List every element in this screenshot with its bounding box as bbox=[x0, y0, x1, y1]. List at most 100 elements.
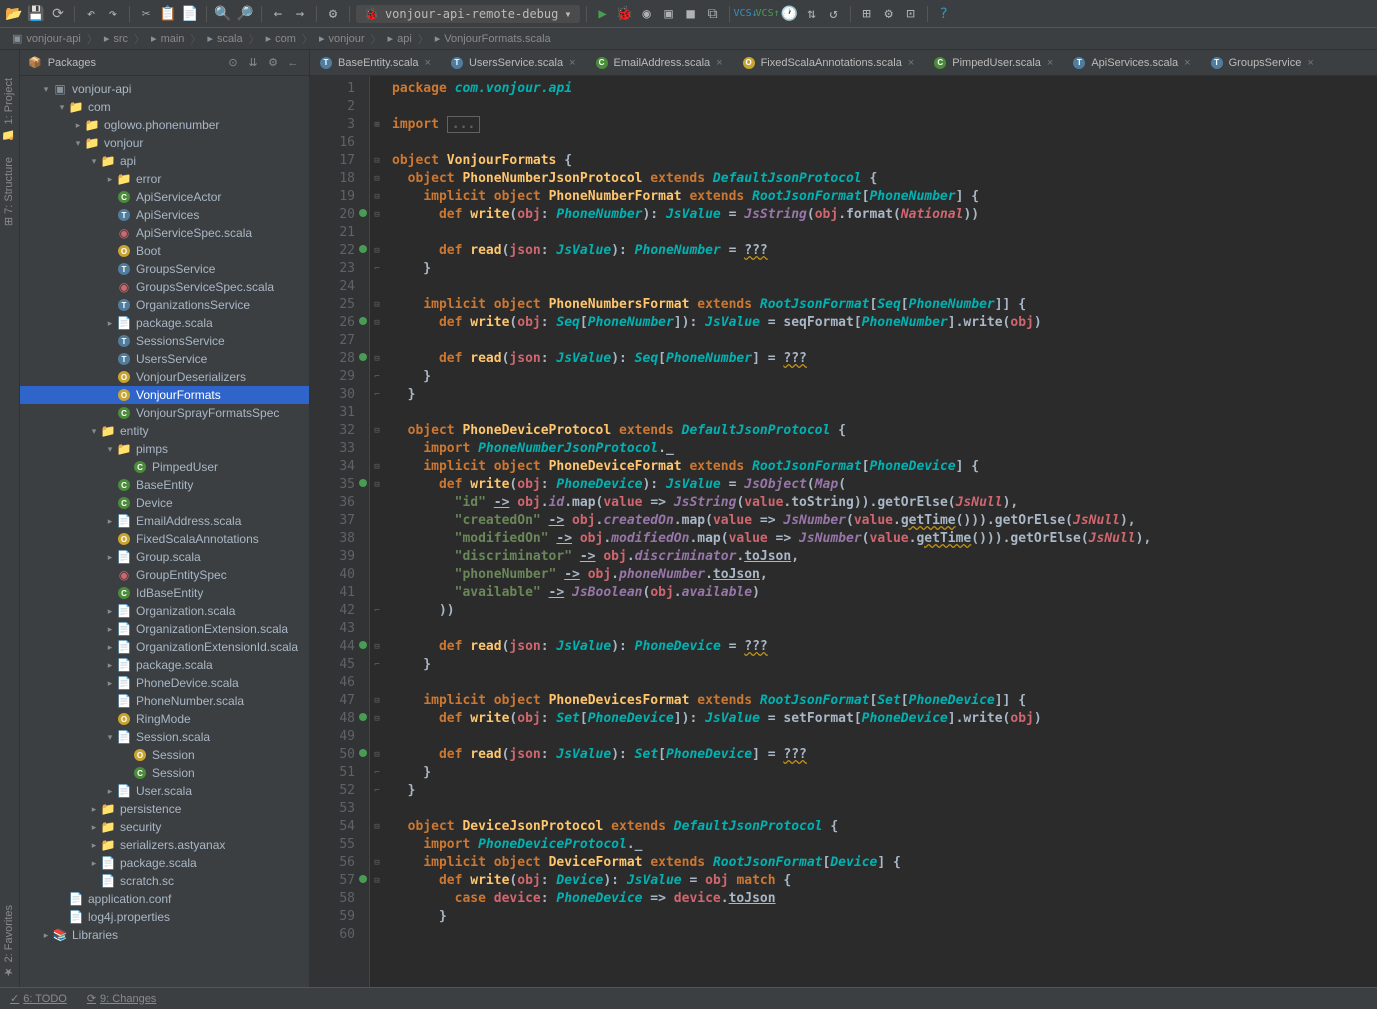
vcs-history-icon[interactable]: 🕐 bbox=[780, 4, 800, 24]
close-icon[interactable]: × bbox=[569, 57, 575, 69]
tree-item[interactable]: ▾📁pimps bbox=[20, 440, 309, 458]
tab-structure[interactable]: ⊞ 7: Structure bbox=[0, 149, 19, 234]
tree-item[interactable]: ORingMode bbox=[20, 710, 309, 728]
close-icon[interactable]: × bbox=[1307, 57, 1313, 69]
tree-item[interactable]: ▸📁error bbox=[20, 170, 309, 188]
paste-icon[interactable]: 📄 bbox=[180, 4, 200, 24]
tree-item[interactable]: TUsersService bbox=[20, 350, 309, 368]
hide-icon[interactable]: ← bbox=[285, 55, 301, 71]
replace-icon[interactable]: 🔎 bbox=[235, 4, 255, 24]
tree-item[interactable]: ▸📁serializers.astyanax bbox=[20, 836, 309, 854]
tree-item[interactable]: OVonjourFormats bbox=[20, 386, 309, 404]
status-todo[interactable]: ✓ 6: TODO bbox=[10, 992, 67, 1005]
copy-icon[interactable]: 📋 bbox=[158, 4, 178, 24]
tree-item[interactable]: 📄log4j.properties bbox=[20, 908, 309, 926]
tab-project[interactable]: 📁 1: Project bbox=[0, 70, 19, 149]
file-tab[interactable]: TApiServices.scala× bbox=[1063, 50, 1200, 75]
vcs-update-icon[interactable]: VCS↓ bbox=[736, 4, 756, 24]
tree-item[interactable]: ▾📁vonjour bbox=[20, 134, 309, 152]
settings-icon[interactable]: ⚙ bbox=[879, 4, 899, 24]
run-icon[interactable]: ▶ bbox=[593, 4, 613, 24]
find-icon[interactable]: 🔍 bbox=[213, 4, 233, 24]
vcs-commit-icon[interactable]: VCS↑ bbox=[758, 4, 778, 24]
tree-item[interactable]: OFixedScalaAnnotations bbox=[20, 530, 309, 548]
tree-item[interactable]: ▸📄User.scala bbox=[20, 782, 309, 800]
redo-icon[interactable]: ↷ bbox=[103, 4, 123, 24]
vcs-revert-icon[interactable]: ↺ bbox=[824, 4, 844, 24]
tree-item[interactable]: ▸📄package.scala bbox=[20, 854, 309, 872]
file-tab[interactable]: TGroupsService× bbox=[1201, 50, 1324, 75]
close-icon[interactable]: × bbox=[1184, 57, 1190, 69]
tree-item[interactable]: 📄scratch.sc bbox=[20, 872, 309, 890]
tree-item[interactable]: ▸📚Libraries bbox=[20, 926, 309, 944]
tree-item[interactable]: CBaseEntity bbox=[20, 476, 309, 494]
coverage-icon[interactable]: ◉ bbox=[637, 4, 657, 24]
file-tab[interactable]: TUsersService.scala× bbox=[441, 50, 586, 75]
tree-item[interactable]: ▸📄OrganizationExtensionId.scala bbox=[20, 638, 309, 656]
gear-icon[interactable]: ⚙ bbox=[265, 55, 281, 71]
tree-item[interactable]: OVonjourDeserializers bbox=[20, 368, 309, 386]
locate-icon[interactable]: ⊙ bbox=[225, 55, 241, 71]
save-icon[interactable]: 💾 bbox=[26, 4, 46, 24]
open-icon[interactable]: 📂 bbox=[4, 4, 24, 24]
file-tab[interactable]: CPimpedUser.scala× bbox=[924, 50, 1063, 75]
tree-item[interactable]: TOrganizationsService bbox=[20, 296, 309, 314]
tree-item[interactable]: CDevice bbox=[20, 494, 309, 512]
build-icon[interactable]: ⚙ bbox=[323, 4, 343, 24]
tree-item[interactable]: CSession bbox=[20, 764, 309, 782]
cut-icon[interactable]: ✂ bbox=[136, 4, 156, 24]
tree-item[interactable]: ▸📁oglowo.phonenumber bbox=[20, 116, 309, 134]
breadcrumb-item[interactable]: ▸ main bbox=[145, 32, 190, 45]
tree-item[interactable]: ▸📄EmailAddress.scala bbox=[20, 512, 309, 530]
tree-item[interactable]: CPimpedUser bbox=[20, 458, 309, 476]
undo-icon[interactable]: ↶ bbox=[81, 4, 101, 24]
file-tab[interactable]: CEmailAddress.scala× bbox=[586, 50, 733, 75]
tree-item[interactable]: OSession bbox=[20, 746, 309, 764]
sync-icon[interactable]: ⟳ bbox=[48, 4, 68, 24]
breadcrumb-item[interactable]: ▸ src bbox=[98, 32, 134, 45]
tree-item[interactable]: CIdBaseEntity bbox=[20, 584, 309, 602]
debug-icon[interactable]: 🐞 bbox=[615, 4, 635, 24]
tree-item[interactable]: ▸📄OrganizationExtension.scala bbox=[20, 620, 309, 638]
gutter[interactable]: 1231617181920212223242526272829303132333… bbox=[310, 76, 370, 987]
fold-column[interactable]: ⊞⊟⊟⊟⊟⊟⌐⊟⊟⊟⌐⌐⊟⊟⊟⌐⊟⌐⊟⊟⊟⌐⌐⊟⊟⊟ bbox=[370, 76, 384, 987]
attach-icon[interactable]: ⧉ bbox=[703, 4, 723, 24]
close-icon[interactable]: × bbox=[1047, 57, 1053, 69]
tree-item[interactable]: ▸📄PhoneDevice.scala bbox=[20, 674, 309, 692]
tree-item[interactable]: CVonjourSprayFormatsSpec bbox=[20, 404, 309, 422]
tree-item[interactable]: ▸📄package.scala bbox=[20, 656, 309, 674]
code-area[interactable]: package com.vonjour.apiimport ...object … bbox=[384, 76, 1377, 987]
close-icon[interactable]: × bbox=[716, 57, 722, 69]
tree-item[interactable]: ▾📁entity bbox=[20, 422, 309, 440]
tree-item[interactable]: ▾📄Session.scala bbox=[20, 728, 309, 746]
profile-icon[interactable]: ▣ bbox=[659, 4, 679, 24]
structure-icon[interactable]: ⊞ bbox=[857, 4, 877, 24]
tree-item[interactable]: ▸📄package.scala bbox=[20, 314, 309, 332]
tree-item[interactable]: TGroupsService bbox=[20, 260, 309, 278]
breadcrumb-item[interactable]: ▸ scala bbox=[201, 32, 248, 45]
project-tree[interactable]: ▾▣vonjour-api▾📁com▸📁oglowo.phonenumber▾📁… bbox=[20, 76, 309, 987]
forward-icon[interactable]: → bbox=[290, 4, 310, 24]
tree-item[interactable]: ▸📁security bbox=[20, 818, 309, 836]
tree-item[interactable]: ▾▣vonjour-api bbox=[20, 80, 309, 98]
file-tab[interactable]: TBaseEntity.scala× bbox=[310, 50, 441, 75]
status-changes[interactable]: ⟳ 9: Changes bbox=[87, 992, 156, 1005]
breadcrumb-item[interactable]: ▣ vonjour-api bbox=[6, 32, 87, 45]
tree-item[interactable]: OBoot bbox=[20, 242, 309, 260]
run-config-selector[interactable]: 🐞 vonjour-api-remote-debug ▾ bbox=[356, 5, 580, 23]
editor[interactable]: 1231617181920212223242526272829303132333… bbox=[310, 76, 1377, 987]
tree-item[interactable]: 📄PhoneNumber.scala bbox=[20, 692, 309, 710]
breadcrumb-item[interactable]: ▸ VonjourFormats.scala bbox=[429, 32, 557, 45]
tree-item[interactable]: 📄application.conf bbox=[20, 890, 309, 908]
tree-item[interactable]: ▸📄Organization.scala bbox=[20, 602, 309, 620]
breadcrumb-item[interactable]: ▸ vonjour bbox=[313, 32, 371, 45]
tree-item[interactable]: TApiServices bbox=[20, 206, 309, 224]
close-icon[interactable]: × bbox=[908, 57, 914, 69]
tree-item[interactable]: ▾📁com bbox=[20, 98, 309, 116]
collapse-icon[interactable]: ⇊ bbox=[245, 55, 261, 71]
tree-item[interactable]: ▾📁api bbox=[20, 152, 309, 170]
breadcrumb-item[interactable]: ▸ api bbox=[382, 32, 418, 45]
vcs-diff-icon[interactable]: ⇅ bbox=[802, 4, 822, 24]
tree-item[interactable]: ▸📁persistence bbox=[20, 800, 309, 818]
tree-item[interactable]: ▸📄Group.scala bbox=[20, 548, 309, 566]
